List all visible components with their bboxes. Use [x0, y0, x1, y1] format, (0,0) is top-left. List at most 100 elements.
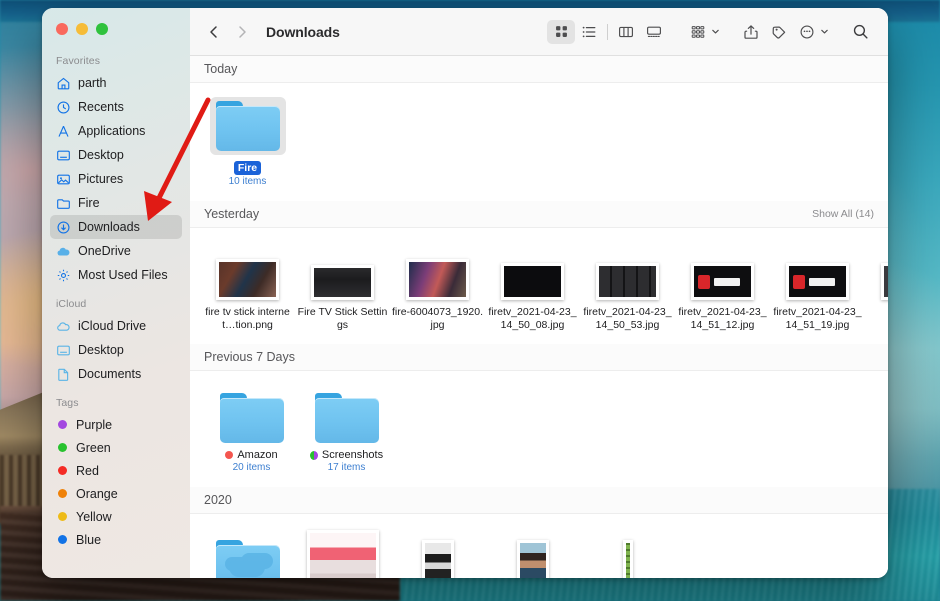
- gear-icon: [56, 268, 71, 283]
- file-item-photo[interactable]: firetv_2021-04-23_14_51_12.jpg: [675, 242, 770, 332]
- file-item-photo[interactable]: [390, 536, 485, 578]
- sidebar-item-applications[interactable]: Applications: [50, 119, 182, 143]
- sidebar-tag-green[interactable]: Green: [50, 436, 182, 459]
- group-by-chevron[interactable]: [710, 20, 721, 44]
- view-gallery-button[interactable]: [640, 20, 668, 44]
- more-button[interactable]: [793, 20, 821, 44]
- sidebar: Favorites parth Recents Applications: [42, 8, 190, 578]
- sidebar-item-pictures[interactable]: Pictures: [50, 167, 182, 191]
- file-meta: 20 items: [233, 462, 271, 473]
- sidebar-item-label: Fire: [78, 196, 100, 210]
- file-item-photo[interactable]: [295, 526, 390, 578]
- page-title: Downloads: [266, 24, 340, 40]
- sidebar-item-downloads[interactable]: Downloads: [50, 215, 182, 239]
- tag-label: Blue: [76, 533, 101, 547]
- forward-button[interactable]: [228, 18, 256, 46]
- file-meta: 17 items: [328, 462, 366, 473]
- thumbnail: [311, 242, 374, 300]
- sidebar-item-parth[interactable]: parth: [50, 71, 182, 95]
- thumbnail: [406, 242, 469, 300]
- file-item-screenshots[interactable]: Screenshots 17 items: [299, 385, 394, 473]
- sidebar-item-recents[interactable]: Recents: [50, 95, 182, 119]
- search-button[interactable]: [846, 20, 874, 44]
- more-actions-control[interactable]: [793, 20, 830, 44]
- grid-view-icon: [554, 24, 569, 39]
- sidebar-item-icloud-drive[interactable]: iCloud Drive: [50, 314, 182, 338]
- minimize-button[interactable]: [76, 23, 88, 35]
- group-body-2020: [190, 514, 888, 578]
- home-icon: [56, 76, 71, 91]
- tag-label: Orange: [76, 487, 118, 501]
- show-all-link[interactable]: Show All (14): [812, 208, 874, 220]
- back-button[interactable]: [200, 18, 228, 46]
- share-button[interactable]: [737, 20, 765, 44]
- column-view-icon: [618, 24, 634, 40]
- sidebar-section-tags-title: Tags: [42, 386, 190, 413]
- share-icon: [743, 24, 759, 40]
- file-item-fire[interactable]: Fire 10 items: [200, 97, 295, 187]
- thumbnail: [216, 242, 279, 300]
- sidebar-item-most-used-files[interactable]: Most Used Files: [50, 263, 182, 287]
- more-chevron[interactable]: [819, 20, 830, 44]
- sidebar-item-label: Most Used Files: [78, 268, 168, 282]
- thumbnail: [596, 242, 659, 300]
- sidebar-item-label: Documents: [78, 367, 141, 381]
- group-title: Today: [204, 62, 237, 76]
- file-item-photo[interactable]: [580, 536, 675, 578]
- thumbnail: [517, 536, 549, 578]
- sidebar-item-desktop[interactable]: Desktop: [50, 143, 182, 167]
- file-item-photo[interactable]: My Fire: [865, 242, 888, 332]
- tag-label: Green: [76, 441, 111, 455]
- sidebar-item-onedrive[interactable]: OneDrive: [50, 239, 182, 263]
- sidebar-tag-blue[interactable]: Blue: [50, 528, 182, 551]
- sidebar-tag-purple[interactable]: Purple: [50, 413, 182, 436]
- chevron-left-icon: [206, 24, 222, 40]
- photo-thumbnail: [881, 263, 888, 300]
- file-browser-area[interactable]: Today Fire 10 items: [190, 56, 888, 578]
- photo-thumbnail: [216, 259, 279, 300]
- content-pane: Downloads: [190, 8, 888, 578]
- close-button[interactable]: [56, 23, 68, 35]
- file-item-onedrive-folder[interactable]: [200, 540, 295, 578]
- group-by-control[interactable]: [684, 20, 721, 44]
- sidebar-tag-red[interactable]: Red: [50, 459, 182, 482]
- file-name: fire-6004073_1920.jpg: [392, 306, 484, 332]
- maximize-button[interactable]: [96, 23, 108, 35]
- finder-window: Favorites parth Recents Applications: [42, 8, 888, 578]
- view-list-button[interactable]: [575, 20, 603, 44]
- chevron-right-icon: [234, 24, 250, 40]
- group-title: Yesterday: [204, 207, 259, 221]
- sidebar-section-icloud-title: iCloud: [42, 287, 190, 314]
- sidebar-item-fire[interactable]: Fire: [50, 191, 182, 215]
- file-name: fire tv stick internet…tion.png: [202, 306, 294, 332]
- view-column-button[interactable]: [612, 20, 640, 44]
- file-item-photo[interactable]: Fire TV Stick Settings: [295, 242, 390, 332]
- group-body-yesterday: fire tv stick internet…tion.png Fire TV …: [190, 228, 888, 344]
- view-grid-button[interactable]: [547, 20, 575, 44]
- file-item-photo[interactable]: [485, 536, 580, 578]
- sidebar-item-documents[interactable]: Documents: [50, 362, 182, 386]
- folder-icon: [56, 196, 71, 211]
- pictures-icon: [56, 172, 71, 187]
- file-item-photo[interactable]: firetv_2021-04-23_14_51_19.jpg: [770, 242, 865, 332]
- group-header-2020: 2020: [190, 487, 888, 514]
- sidebar-item-label: Applications: [78, 124, 145, 138]
- group-header-previous-7-days: Previous 7 Days: [190, 344, 888, 371]
- file-item-photo[interactable]: firetv_2021-04-23_14_50_08.jpg: [485, 242, 580, 332]
- toolbar-divider: [607, 24, 608, 40]
- sidebar-item-icloud-desktop[interactable]: Desktop: [50, 338, 182, 362]
- file-name: firetv_2021-04-23_14_51_19.jpg: [772, 306, 864, 332]
- sidebar-tag-orange[interactable]: Orange: [50, 482, 182, 505]
- gallery-view-icon: [646, 24, 662, 40]
- photo-thumbnail: [307, 530, 379, 578]
- photo-thumbnail-bw-portrait: [422, 540, 454, 578]
- file-item-amazon[interactable]: Amazon 20 items: [204, 385, 299, 473]
- file-name: Screenshots: [322, 449, 383, 461]
- tag-label: Purple: [76, 418, 112, 432]
- file-item-photo[interactable]: fire tv stick internet…tion.png: [200, 242, 295, 332]
- sidebar-tag-yellow[interactable]: Yellow: [50, 505, 182, 528]
- tag-button[interactable]: [765, 20, 793, 44]
- file-item-photo[interactable]: fire-6004073_1920.jpg: [390, 242, 485, 332]
- file-item-photo[interactable]: firetv_2021-04-23_14_50_53.jpg: [580, 242, 675, 332]
- group-by-button[interactable]: [684, 20, 712, 44]
